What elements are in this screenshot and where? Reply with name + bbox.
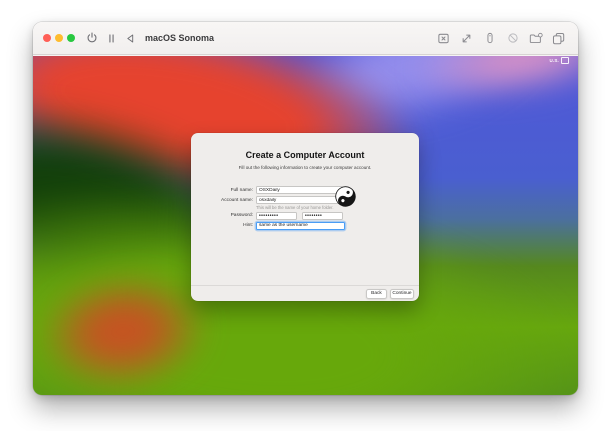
resize-button[interactable] <box>459 28 474 48</box>
keyboard-capture-button[interactable] <box>436 28 451 48</box>
keyboard-layout-icon <box>561 57 569 64</box>
close-button[interactable] <box>43 34 51 42</box>
wallpaper-orange-blob <box>33 265 214 395</box>
restart-button[interactable] <box>121 28 139 48</box>
network-button[interactable] <box>505 28 520 48</box>
back-button[interactable]: Back <box>366 289 387 299</box>
vm-display[interactable]: U.S. Create a Computer Account Fill out … <box>33 56 578 395</box>
input-source-label: U.S. <box>549 57 559 63</box>
pause-button[interactable] <box>102 28 120 48</box>
windows-icon <box>552 32 565 45</box>
zoom-button[interactable] <box>67 34 75 42</box>
power-button[interactable] <box>83 28 101 48</box>
traffic-lights <box>43 34 75 42</box>
shared-folder-button[interactable] <box>528 28 543 48</box>
continue-button[interactable]: Continue <box>390 289 414 299</box>
page: { "window": { "title": "macOS Sonoma", "… <box>0 0 610 431</box>
full-name-row: Full name: <box>191 186 419 194</box>
pause-icon <box>106 33 117 44</box>
network-icon <box>507 32 519 44</box>
verify-password-input[interactable] <box>302 211 343 220</box>
full-name-input[interactable] <box>256 186 344 194</box>
usb-button[interactable] <box>482 28 497 48</box>
account-name-helper: This will be the name of your home folde… <box>256 205 334 210</box>
usb-icon <box>484 32 496 44</box>
hint-row: Hint: <box>191 221 419 230</box>
password-row: Password: <box>191 211 419 220</box>
titlebar: macOS Sonoma <box>33 22 578 55</box>
hint-input[interactable] <box>256 221 345 230</box>
input-source-menu[interactable]: U.S. <box>549 57 569 64</box>
toolbar-right <box>436 28 566 48</box>
password-input[interactable] <box>256 211 297 220</box>
keyboard-capture-icon <box>437 32 450 45</box>
window-title: macOS Sonoma <box>145 33 215 43</box>
account-name-label: Account name: <box>221 197 253 203</box>
dialog-subtitle: Fill out the following information to cr… <box>238 165 372 170</box>
yin-yang-icon <box>335 186 356 207</box>
create-account-dialog: Create a Computer Account Fill out the f… <box>191 133 419 301</box>
hint-label: Hint: <box>243 223 253 228</box>
windows-button[interactable] <box>551 28 566 48</box>
dialog-title: Create a Computer Account <box>245 150 365 160</box>
password-label: Password: <box>230 213 253 218</box>
minimize-button[interactable] <box>55 34 63 42</box>
power-icon <box>86 32 98 44</box>
back-triangle-icon <box>125 33 136 44</box>
account-avatar[interactable] <box>335 186 356 207</box>
shared-folder-icon <box>529 32 543 45</box>
account-name-row: Account name: <box>191 196 419 204</box>
dialog-divider <box>191 285 419 286</box>
full-name-label: Full name: <box>230 187 253 193</box>
resize-icon <box>460 32 473 45</box>
vm-window: macOS Sonoma U.S. Create a Computer Acco… <box>33 22 578 395</box>
